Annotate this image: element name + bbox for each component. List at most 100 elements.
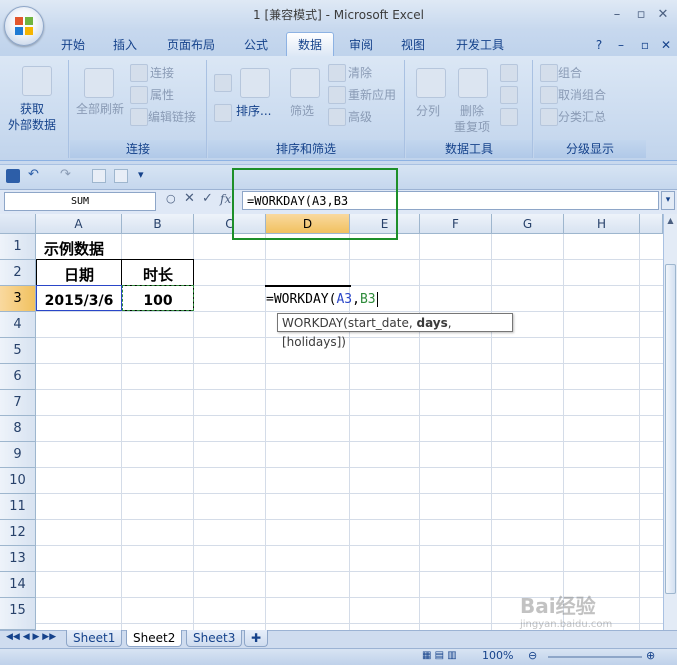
advanced-icon — [328, 108, 346, 126]
cell-d3-editor[interactable]: =WORKDAY(A3,B3 — [266, 287, 378, 313]
edit-links-button[interactable]: 编辑链接 — [148, 108, 196, 125]
ungroup-button[interactable]: 取消组合 — [558, 86, 606, 103]
get-external-data-label2[interactable]: 外部数据 — [8, 116, 56, 133]
row-header-4[interactable]: 4 — [0, 312, 36, 338]
group-label-connections: 连接 — [70, 140, 206, 158]
save-quick-icon[interactable] — [52, 6, 68, 22]
col-header-a[interactable]: A — [36, 214, 122, 234]
sheet-tab-sheet1[interactable]: Sheet1 — [66, 630, 123, 647]
print-preview-icon[interactable] — [92, 169, 106, 183]
save-icon[interactable] — [6, 169, 20, 183]
row-header-12[interactable]: 12 — [0, 520, 36, 546]
ribbon-close-icon[interactable]: ✕ — [658, 34, 674, 56]
row-header-14[interactable]: 14 — [0, 572, 36, 598]
col-header-b[interactable]: B — [122, 214, 194, 234]
cancel-icon[interactable]: ✕ — [184, 191, 195, 206]
col-header-h[interactable]: H — [564, 214, 640, 234]
remove-duplicates-label2[interactable]: 重复项 — [454, 118, 490, 135]
new-doc-icon[interactable] — [114, 169, 128, 183]
row-header-6[interactable]: 6 — [0, 364, 36, 390]
col-header-c[interactable]: C — [194, 214, 266, 234]
function-tooltip[interactable]: WORKDAY(start_date, days, [holidays]) — [277, 313, 513, 349]
tab-developer[interactable]: 开发工具 — [448, 34, 512, 56]
group-label-outline: 分级显示 — [534, 140, 646, 158]
tab-view[interactable]: 视图 — [394, 34, 432, 56]
subtotal-button[interactable]: 分类汇总 — [558, 108, 606, 125]
redo-icon[interactable]: ↷ — [60, 167, 71, 182]
col-header-f[interactable]: F — [420, 214, 492, 234]
name-box[interactable]: SUM — [4, 192, 156, 211]
row-header-2[interactable]: 2 — [0, 260, 36, 286]
enter-icon[interactable]: ✓ — [202, 191, 213, 206]
undo-icon[interactable]: ↶ — [28, 167, 39, 182]
group-button[interactable]: 组合 — [558, 64, 582, 81]
insert-function-icon[interactable]: fx — [220, 192, 231, 206]
data-validation-icon[interactable] — [500, 64, 518, 82]
first-sheet-icon[interactable]: ◀◀ ◀ ▶ ▶▶ — [6, 632, 56, 642]
row-header-13[interactable]: 13 — [0, 546, 36, 572]
formula-buttons: ○ ✕ ✓ fx — [164, 191, 242, 209]
insert-sheet-icon[interactable]: ✚ — [244, 630, 268, 647]
office-button[interactable] — [4, 6, 44, 46]
tab-page-layout[interactable]: 页面布局 — [160, 34, 222, 56]
tab-insert[interactable]: 插入 — [106, 34, 144, 56]
remove-duplicates-label1[interactable]: 删除 — [460, 102, 484, 119]
cell-b3[interactable]: 100 — [122, 288, 194, 314]
expand-formula-icon[interactable]: ▾ — [661, 191, 675, 210]
cell-a3[interactable]: 2015/3/6 — [36, 288, 122, 314]
consolidate-icon[interactable] — [500, 86, 518, 104]
row-header-1[interactable]: 1 — [0, 234, 36, 260]
row-header-5[interactable]: 5 — [0, 338, 36, 364]
namebox-dropdown-icon[interactable]: ○ — [166, 192, 176, 205]
sheet-tab-sheet2[interactable]: Sheet2 — [126, 630, 183, 647]
sort-ascending-icon[interactable] — [214, 74, 232, 92]
sort-button[interactable]: 排序... — [236, 102, 271, 119]
connections-button[interactable]: 连接 — [150, 64, 174, 81]
text-to-columns-button[interactable]: 分列 — [416, 102, 440, 119]
get-external-data-label1[interactable]: 获取 — [20, 100, 44, 117]
clear-button[interactable]: 清除 — [348, 64, 372, 81]
normal-view-icon[interactable]: ▦ ▤ ▥ — [422, 650, 457, 661]
tab-formulas[interactable]: 公式 — [236, 34, 276, 56]
restore-button[interactable]: ▫ — [630, 6, 652, 24]
col-header-d[interactable]: D — [266, 214, 350, 234]
refresh-all-button[interactable]: 全部刷新 — [76, 100, 124, 117]
customize-qat-icon[interactable]: ▾ — [138, 168, 144, 181]
filter-icon — [290, 68, 320, 98]
close-button[interactable]: ✕ — [652, 6, 674, 24]
reapply-button[interactable]: 重新应用 — [348, 86, 396, 103]
row-header-15[interactable]: 15 — [0, 598, 36, 630]
sort-descending-icon[interactable] — [214, 104, 232, 122]
tab-review[interactable]: 审阅 — [342, 34, 380, 56]
zoom-level[interactable]: 100% — [482, 649, 513, 662]
sheet-tab-sheet3[interactable]: Sheet3 — [186, 630, 243, 647]
row-header-8[interactable]: 8 — [0, 416, 36, 442]
scroll-thumb[interactable] — [665, 264, 676, 594]
scroll-up-icon[interactable]: ▲ — [665, 216, 676, 230]
zoom-slider[interactable] — [548, 656, 642, 658]
select-all-corner[interactable] — [0, 214, 36, 234]
filter-button[interactable]: 筛选 — [290, 102, 314, 119]
zoom-in-icon[interactable]: ⊕ — [646, 649, 655, 662]
help-icon[interactable]: ? — [590, 34, 608, 56]
tab-home[interactable]: 开始 — [54, 34, 92, 56]
row-header-9[interactable]: 9 — [0, 442, 36, 468]
row-header-10[interactable]: 10 — [0, 468, 36, 494]
minimize-button[interactable]: – — [606, 6, 628, 24]
col-header-g[interactable]: G — [492, 214, 564, 234]
group-label-data-tools: 数据工具 — [406, 140, 532, 158]
tab-data[interactable]: 数据 — [286, 32, 334, 57]
row-header-11[interactable]: 11 — [0, 494, 36, 520]
vertical-scrollbar[interactable]: ▲ — [663, 214, 677, 630]
zoom-out-icon[interactable]: ⊖ — [528, 649, 537, 662]
properties-button[interactable]: 属性 — [150, 86, 174, 103]
formula-input[interactable]: =WORKDAY(A3,B3 — [242, 191, 659, 210]
what-if-icon[interactable] — [500, 108, 518, 126]
group-label-sort-filter: 排序和筛选 — [208, 140, 404, 158]
row-header-3[interactable]: 3 — [0, 286, 36, 312]
advanced-button[interactable]: 高级 — [348, 108, 372, 125]
row-header-7[interactable]: 7 — [0, 390, 36, 416]
col-header-e[interactable]: E — [350, 214, 420, 234]
ribbon-minimize-icon[interactable]: – — [612, 34, 630, 56]
ribbon-restore-icon[interactable]: ▫ — [636, 34, 654, 56]
